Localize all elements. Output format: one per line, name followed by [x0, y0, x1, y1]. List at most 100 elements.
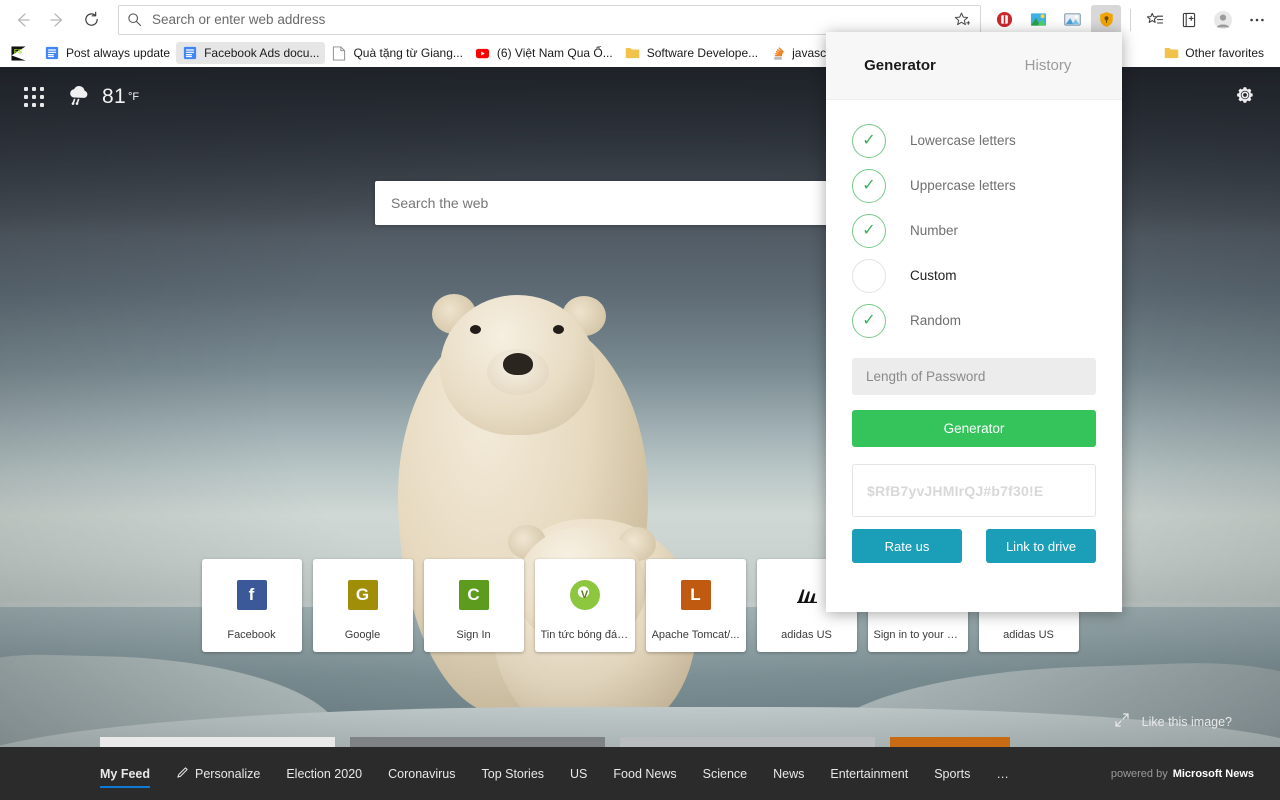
bookmark-label: Post always update	[66, 46, 171, 60]
popup-tab-label: History	[1024, 57, 1072, 74]
tile-apache-tomcat[interactable]: L Apache Tomcat/...	[645, 559, 746, 652]
tile-label: Sign In	[456, 629, 491, 641]
news-tab-label: Entertainment	[830, 766, 909, 781]
rate-us-button[interactable]: Rate us	[852, 529, 962, 563]
generated-password-value: $RfB7yvJHMIrQJ#b7f30!E	[867, 482, 1044, 499]
news-tab-food-news[interactable]: Food News	[613, 767, 676, 781]
bookmark-item-youtube[interactable]: (6) Việt Nam Qua Ố...	[469, 42, 619, 64]
star-favorite-icon[interactable]	[953, 11, 972, 28]
password-length-input[interactable]: Length of Password	[852, 358, 1096, 395]
tile-google[interactable]: G Google	[312, 559, 413, 652]
facebook-icon: f	[236, 580, 267, 610]
check-icon: ✓	[852, 168, 886, 203]
tile-label: Tin tức bóng đá,...	[540, 629, 629, 641]
extension-screenshot-button[interactable]	[1057, 5, 1087, 35]
back-button[interactable]	[6, 3, 40, 37]
option-uppercase-letters[interactable]: ✓ Uppercase letters	[852, 163, 1096, 208]
collections-button[interactable]	[1174, 5, 1204, 35]
extension-adblock-button[interactable]	[989, 5, 1019, 35]
reload-icon	[84, 11, 98, 26]
profile-button[interactable]	[1208, 5, 1238, 35]
news-more-label: …	[996, 766, 1009, 781]
bookmark-item-qua-tang[interactable]: Quà tặng từ Giang...	[325, 42, 468, 64]
news-tab-news[interactable]: News	[773, 767, 804, 781]
tile-facebook[interactable]: f Facebook	[201, 559, 302, 652]
tile-label: Sign in to your a...	[873, 629, 962, 641]
bookmark-label: Facebook Ads docu...	[204, 46, 320, 60]
gear-icon	[1237, 86, 1253, 103]
apps-grid-icon[interactable]	[24, 87, 44, 107]
password-generator-popup: Generator History ✓ Lowercase letters ✓ …	[826, 32, 1122, 612]
link-to-drive-button[interactable]: Link to drive	[986, 529, 1096, 563]
option-lowercase-letters[interactable]: ✓ Lowercase letters	[852, 118, 1096, 163]
bookmark-item-fs[interactable]: FS	[4, 42, 38, 64]
bookmark-item-facebook-ads-doc[interactable]: Facebook Ads docu...	[176, 42, 326, 64]
news-tab-us[interactable]: US	[570, 767, 587, 781]
other-favorites-button[interactable]: Other favorites	[1157, 42, 1270, 64]
tile-tin-tuc-bong-da[interactable]: V Tin tức bóng đá,...	[534, 559, 635, 652]
reload-button[interactable]	[74, 3, 108, 37]
news-tab-label: US	[570, 766, 588, 781]
popup-tab-generator[interactable]: Generator	[826, 57, 974, 74]
option-random[interactable]: ✓ Random	[852, 298, 1096, 343]
check-icon: ✓	[852, 123, 886, 158]
news-tab-science[interactable]: Science	[703, 767, 747, 781]
news-tab-label: Food News	[613, 766, 677, 781]
news-tab-label: My Feed	[100, 766, 151, 781]
news-tab-election-2020[interactable]: Election 2020	[286, 767, 362, 781]
check-icon: ✓	[852, 303, 886, 338]
youtube-icon	[475, 45, 491, 61]
option-number[interactable]: ✓ Number	[852, 208, 1096, 253]
news-brand-label: Microsoft News	[1172, 767, 1254, 780]
forward-button[interactable]	[40, 3, 74, 37]
option-label: Lowercase letters	[910, 133, 1016, 148]
password-length-placeholder: Length of Password	[866, 369, 986, 384]
football-news-icon: V	[569, 580, 600, 610]
news-tab-my-feed[interactable]: My Feed	[100, 766, 151, 788]
sign-in-icon: C	[458, 580, 489, 610]
news-tab-entertainment[interactable]: Entertainment	[830, 767, 908, 781]
weather-widget[interactable]: 81 °F	[66, 84, 139, 111]
like-image-button[interactable]: Like this image?	[1114, 712, 1232, 731]
bookmark-label: (6) Việt Nam Qua Ố...	[496, 46, 613, 60]
tile-sign-in[interactable]: C Sign In	[423, 559, 524, 652]
more-options-button[interactable]	[1242, 5, 1272, 35]
image-extension-icon	[1030, 13, 1046, 26]
check-icon: ✓	[852, 213, 886, 248]
more-options-icon	[1250, 18, 1264, 21]
extension-password-shield-button[interactable]	[1091, 4, 1121, 35]
toolbar-divider	[1130, 8, 1131, 31]
news-tab-label: Election 2020	[286, 766, 363, 781]
bookmark-label: Quà tặng từ Giang...	[353, 46, 463, 60]
rate-us-label: Rate us	[884, 538, 930, 554]
generate-password-button[interactable]: Generator	[852, 410, 1096, 447]
news-tab-label: News	[773, 766, 805, 781]
bookmark-item-software-developer[interactable]: Software Develope...	[619, 42, 764, 64]
option-custom[interactable]: ✓ Custom	[852, 253, 1096, 298]
browser-window: Search or enter web address FS Post alwa…	[0, 0, 1280, 800]
document-icon	[182, 45, 198, 61]
apache-tomcat-icon: L	[680, 580, 711, 610]
bookmark-item-post-always-update[interactable]: Post always update	[38, 42, 176, 64]
extension-image-button[interactable]	[1023, 5, 1053, 35]
generated-password-output[interactable]: $RfB7yvJHMIrQJ#b7f30!E	[852, 464, 1096, 517]
powered-by-label: powered by	[1110, 767, 1168, 780]
news-tab-more[interactable]: …	[996, 767, 1009, 781]
generate-button-label: Generator	[943, 421, 1005, 436]
news-tab-personalize[interactable]: Personalize	[176, 766, 260, 782]
password-options-list: ✓ Lowercase letters ✓ Uppercase letters …	[826, 100, 1122, 345]
news-tab-top-stories[interactable]: Top Stories	[482, 767, 545, 781]
tile-label: Apache Tomcat/...	[651, 629, 740, 641]
popup-tab-history[interactable]: History	[974, 57, 1122, 74]
tile-label: adidas US	[781, 629, 832, 641]
newtab-settings-button[interactable]	[1234, 84, 1256, 111]
address-bar[interactable]: Search or enter web address	[118, 4, 981, 35]
pencil-icon	[176, 766, 189, 782]
page-icon	[331, 45, 347, 61]
tile-label: Google	[344, 629, 381, 641]
like-image-label: Like this image?	[1141, 714, 1232, 729]
weather-temperature: 81	[102, 85, 126, 108]
news-tab-sports[interactable]: Sports	[934, 767, 970, 781]
news-tab-coronavirus[interactable]: Coronavirus	[388, 767, 455, 781]
favorites-button[interactable]	[1140, 5, 1170, 35]
